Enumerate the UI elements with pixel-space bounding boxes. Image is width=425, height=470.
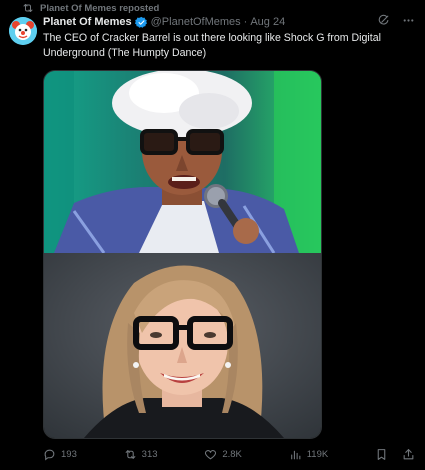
header-actions <box>377 14 415 27</box>
tweet-text: The CEO of Cracker Barrel is out there l… <box>43 32 381 59</box>
tweet-media[interactable] <box>43 70 322 439</box>
display-name[interactable]: Planet Of Memes <box>43 16 132 28</box>
action-right-group <box>375 448 415 461</box>
clown-avatar-icon <box>9 17 37 45</box>
bookmark-icon[interactable] <box>375 448 388 461</box>
repost-count: 313 <box>141 448 158 460</box>
repost-icon <box>23 4 33 12</box>
views-count: 119K <box>306 448 329 460</box>
repost-text: Planet Of Memes reposted <box>40 2 160 14</box>
views-chart-icon <box>290 450 301 459</box>
separator-dot: · <box>243 16 248 28</box>
repost-icon <box>125 449 136 459</box>
verified-badge-icon <box>134 16 147 28</box>
avatar[interactable] <box>9 17 37 45</box>
more-options-icon[interactable] <box>402 14 415 27</box>
tweet-actions: 193 313 2.8K 119K <box>43 446 415 462</box>
reply-button[interactable]: 193 <box>43 448 77 461</box>
tweet-header: Planet Of Memes @PlanetOfMemes · Aug 24 <box>43 14 415 30</box>
repost-button[interactable]: 313 <box>124 448 158 461</box>
author-handle[interactable]: @PlanetOfMemes <box>151 16 241 28</box>
heart-icon <box>205 449 217 459</box>
photo-ceo[interactable] <box>44 253 321 438</box>
grok-icon[interactable] <box>377 14 390 27</box>
reply-icon <box>44 449 55 460</box>
like-button[interactable]: 2.8K <box>204 448 242 461</box>
share-icon[interactable] <box>402 448 415 461</box>
photo-shock-g[interactable] <box>44 71 321 253</box>
views-button[interactable]: 119K <box>289 448 328 461</box>
like-count: 2.8K <box>222 448 242 460</box>
tweet-date[interactable]: Aug 24 <box>250 16 285 28</box>
repost-indicator[interactable]: Planet Of Memes reposted <box>22 1 159 15</box>
reply-count: 193 <box>61 448 77 460</box>
